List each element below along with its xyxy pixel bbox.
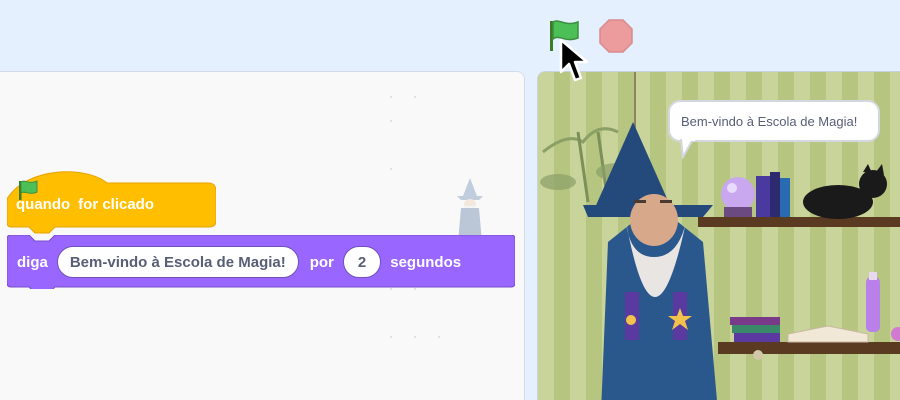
mouse-cursor-icon xyxy=(559,38,589,82)
seconds-unit-label: segundos xyxy=(390,253,462,271)
say-label: diga xyxy=(17,253,48,271)
hat-label-clicked: for clicado xyxy=(78,196,155,213)
stop-button[interactable] xyxy=(598,18,634,54)
seconds-input[interactable]: 2 xyxy=(342,246,382,278)
message-input[interactable]: Bem-vindo à Escola de Magia! xyxy=(56,246,299,278)
speech-bubble-tail xyxy=(679,139,695,159)
speech-text: Bem-vindo à Escola de Magia! xyxy=(681,113,858,129)
green-flag-icon xyxy=(19,180,38,200)
when-flag-clicked-block[interactable]: quando for clicado xyxy=(7,171,216,235)
say-for-secs-block[interactable]: diga Bem-vindo à Escola de Magia! por 2 … xyxy=(7,235,515,289)
por-label: por xyxy=(309,253,334,271)
speech-bubble: Bem-vindo à Escola de Magia! xyxy=(668,100,880,142)
